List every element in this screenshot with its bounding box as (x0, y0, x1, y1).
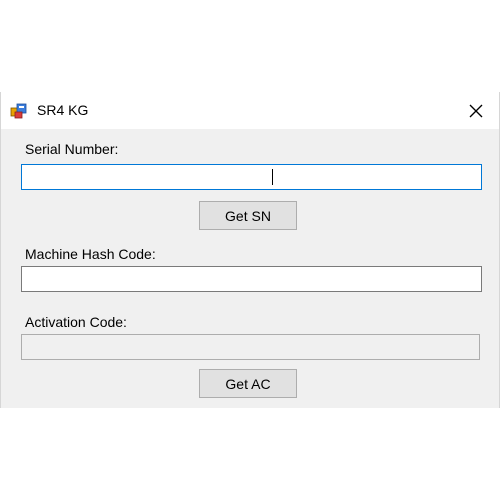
activation-code-field[interactable] (21, 334, 480, 360)
activation-code-label: Activation Code: (25, 314, 127, 330)
get-ac-button[interactable]: Get AC (199, 369, 297, 398)
title-bar: SR4 KG (1, 92, 499, 129)
app-window: SR4 KG Serial Number: Get SN Machine Has… (0, 92, 500, 408)
serial-number-label: Serial Number: (25, 141, 119, 157)
machine-hash-label: Machine Hash Code: (25, 246, 156, 262)
serial-number-field-wrap (21, 164, 482, 190)
machine-hash-input[interactable] (21, 266, 482, 292)
text-caret (272, 169, 273, 185)
close-button[interactable] (453, 92, 499, 129)
serial-number-input[interactable] (21, 164, 482, 190)
application-icon (10, 102, 28, 120)
get-sn-button[interactable]: Get SN (199, 201, 297, 230)
close-icon (469, 104, 483, 117)
window-title: SR4 KG (37, 102, 89, 118)
